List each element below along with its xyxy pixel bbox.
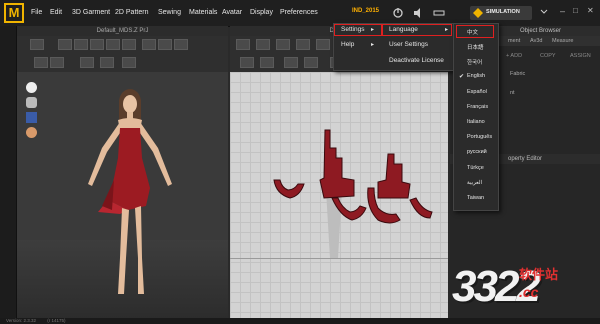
avatar-skin-icon[interactable] [26,127,37,138]
menu-file[interactable]: File [31,0,42,26]
avatar-figure[interactable] [80,88,180,300]
tab-garment[interactable]: ment [508,36,520,46]
settings-highlight [334,24,382,36]
app-logo: M [4,3,24,23]
menu-2d-pattern[interactable]: 2D Pattern [115,0,148,26]
pattern-pieces[interactable] [270,128,440,230]
3d-tool-button[interactable] [174,39,188,50]
assign-button[interactable]: ASSIGN [570,53,591,59]
3d-tool-button[interactable] [100,57,114,68]
ruler-icon[interactable] [433,7,445,19]
2d-tool-button[interactable] [260,57,274,68]
simulation-label: SIMULATION [486,9,520,15]
copy-button[interactable]: COPY [540,53,556,59]
lang-option-turkish[interactable]: Türkçe [467,165,484,171]
lang-option-english[interactable]: English [467,73,485,79]
minimize-icon[interactable]: – [560,6,565,16]
3d-pane-title: Default_MDS.Z PrJ [17,26,228,36]
avatar-body-icon[interactable] [26,97,37,108]
tab-avatar[interactable]: Av3d [530,36,542,46]
3d-tool-button[interactable] [122,57,136,68]
3d-tool-button[interactable] [142,39,156,50]
2d-tool-button[interactable] [284,57,298,68]
menu-preferences[interactable]: Preferences [280,0,318,26]
3d-tool-button[interactable] [50,57,64,68]
revision-label: (r 14175) [47,318,66,323]
status-bar: Version: 2.3.32 (r 14175) [0,318,600,324]
3d-tool-button[interactable] [122,39,136,50]
menu-avatar[interactable]: Avatar [222,0,242,26]
3d-tool-button[interactable] [30,39,44,50]
2d-tool-button[interactable] [240,57,254,68]
3d-tool-button[interactable] [106,39,120,50]
lang-option-italian[interactable]: Italiano [467,119,485,125]
watermark-domain: .cc [519,284,539,300]
menu-sewing[interactable]: Sewing [158,0,181,26]
menu-display[interactable]: Display [250,0,273,26]
lang-option-taiwan[interactable]: Taiwan [467,195,484,201]
lang-option-russian[interactable]: русский [467,149,487,155]
2d-tool-button[interactable] [304,57,318,68]
chevron-down-icon[interactable] [540,8,548,16]
file-title: IND_2015 [352,8,380,14]
tab-measure[interactable]: Measure [552,36,573,46]
3d-tool-button[interactable] [34,57,48,68]
lang-option-arabic[interactable]: العربية [467,180,482,186]
2d-tool-button[interactable] [256,39,270,50]
lang-option-portuguese[interactable]: Português [467,134,492,140]
check-icon: ✔ [459,74,465,80]
lang-option-japanese[interactable]: 日本語 [467,43,484,51]
avatar-pose-icon[interactable] [26,112,37,123]
menu-materials[interactable]: Materials [189,0,217,26]
speaker-icon[interactable] [412,7,424,19]
2d-tool-button[interactable] [276,39,290,50]
avatar-head-icon[interactable] [26,82,37,93]
maximize-icon[interactable]: □ [573,6,578,15]
lang-option-french[interactable]: Français [467,104,488,110]
3d-tool-button[interactable] [58,39,72,50]
3d-tool-button[interactable] [74,39,88,50]
language-highlight [382,24,452,36]
help-arrow-icon: ▸ [371,42,375,48]
menu-edit[interactable]: Edit [50,0,62,26]
watermark-cn: 软件站 [519,267,559,282]
menu-help[interactable]: Help [341,41,354,48]
3d-tool-button[interactable] [80,57,94,68]
left-tool-strip [0,26,17,324]
menu-3d-garment[interactable]: 3D Garment [72,0,110,26]
simulation-icon [473,8,483,18]
version-label: Version: 2.3.32 [6,318,37,323]
lang-option-spanish[interactable]: Español [467,89,487,95]
2d-tool-button[interactable] [316,39,330,50]
2d-tool-button[interactable] [296,39,310,50]
2d-tool-button[interactable] [236,39,250,50]
chinese-highlight [456,25,494,38]
3d-tool-button[interactable] [90,39,104,50]
add-button[interactable]: + ADD [506,53,522,59]
lang-option-korean[interactable]: 한국어 [467,58,482,66]
menu-deactivate-license[interactable]: Deactivate License [389,57,444,64]
menu-user-settings[interactable]: User Settings [389,41,428,48]
simulation-pill[interactable]: SIMULATION [470,6,532,20]
3d-tool-button[interactable] [158,39,172,50]
power-icon[interactable] [392,7,404,19]
close-icon[interactable]: ✕ [587,6,594,15]
